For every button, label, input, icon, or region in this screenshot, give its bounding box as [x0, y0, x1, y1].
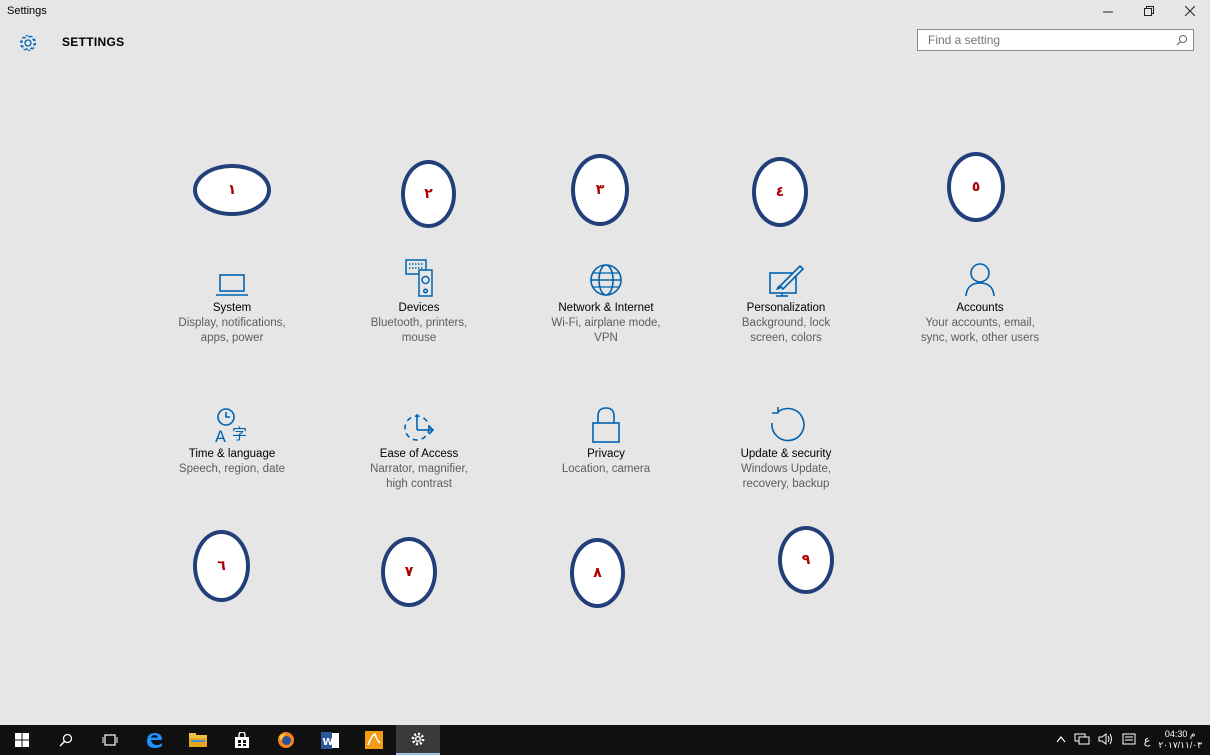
- firefox-icon: [278, 732, 294, 748]
- taskbar-app-store[interactable]: [220, 725, 264, 755]
- tile-update-security[interactable]: Update & security Windows Update, recove…: [706, 404, 866, 492]
- tile-description: Background, lock: [741, 317, 831, 329]
- annotation-badge: ٣: [571, 154, 629, 226]
- tile-network-internet[interactable]: Network & Internet Wi-Fi, airplane mode,…: [526, 258, 686, 346]
- minimize-icon: [1102, 11, 1113, 13]
- annotation-badge: ٦: [193, 530, 250, 602]
- tile-description: Narrator, magnifier,: [370, 463, 468, 475]
- devices-icon: [339, 258, 499, 298]
- search-box[interactable]: [917, 29, 1194, 51]
- word-icon: W: [321, 731, 339, 749]
- tile-description: Speech, region, date: [178, 463, 286, 475]
- window-title: Settings: [7, 5, 47, 17]
- tile-description: sync, work, other users: [920, 332, 1040, 344]
- chevron-up-icon[interactable]: [1056, 734, 1066, 746]
- store-bag-icon: [235, 732, 249, 748]
- annotation-badge: ١: [193, 164, 271, 216]
- tile-description: recovery, backup: [742, 478, 830, 490]
- gear-icon: [19, 34, 37, 52]
- refresh-icon: [706, 404, 866, 444]
- svg-text:W: W: [323, 737, 334, 748]
- tile-personalization[interactable]: Personalization Background, lock screen,…: [706, 258, 866, 346]
- time-language-icon: A 字: [152, 404, 312, 444]
- close-button[interactable]: [1169, 0, 1210, 22]
- system-tray: ع 04:30 م ٢٠١٧/١١/٠٣: [1056, 725, 1202, 755]
- paint-brush-icon: [706, 258, 866, 298]
- clock-time: 04:30 م: [1164, 729, 1196, 739]
- taskbar-app-pdf[interactable]: [352, 725, 396, 755]
- task-view-icon: [102, 734, 118, 746]
- gear-icon: [411, 732, 425, 746]
- title-bar: Settings: [0, 0, 1210, 22]
- tile-devices[interactable]: Devices Bluetooth, printers, mouse: [339, 258, 499, 346]
- tile-label: Ease of Access: [379, 448, 459, 460]
- tile-description: Location, camera: [561, 463, 651, 475]
- tile-system[interactable]: System Display, notifications, apps, pow…: [152, 258, 312, 346]
- tile-label: Network & Internet: [558, 302, 654, 314]
- annotation-badge: ٧: [381, 537, 437, 607]
- volume-icon[interactable]: [1098, 732, 1114, 748]
- window-controls: [1087, 0, 1210, 22]
- action-center-icon[interactable]: [1122, 733, 1136, 748]
- svg-text:A: A: [215, 427, 226, 444]
- tile-label: Accounts: [956, 302, 1004, 314]
- tile-description: Display, notifications,: [178, 317, 286, 329]
- tile-label: System: [212, 302, 252, 314]
- clock-date: ٢٠١٧/١١/٠٣: [1158, 740, 1202, 750]
- tile-description: Wi-Fi, airplane mode,: [551, 317, 661, 329]
- restore-button[interactable]: [1128, 0, 1169, 22]
- restore-icon: [1143, 6, 1154, 16]
- tile-description: VPN: [594, 332, 618, 344]
- tile-description: Your accounts, email,: [925, 317, 1035, 329]
- task-view-button[interactable]: [88, 725, 132, 755]
- annotation-badge: ٢: [401, 160, 456, 228]
- input-language-indicator[interactable]: ع: [1144, 734, 1151, 747]
- person-icon: [900, 258, 1060, 298]
- tile-description: high contrast: [386, 478, 452, 490]
- annotation-badge: ٩: [778, 526, 834, 594]
- tile-description: mouse: [401, 332, 437, 344]
- network-icon[interactable]: [1074, 733, 1090, 748]
- svg-text:字: 字: [232, 425, 247, 443]
- tile-label: Devices: [398, 302, 440, 314]
- taskbar-app-file-explorer[interactable]: [176, 725, 220, 755]
- lock-icon: [526, 404, 686, 444]
- tile-description: Bluetooth, printers,: [370, 317, 468, 329]
- clock[interactable]: 04:30 م ٢٠١٧/١١/٠٣: [1158, 729, 1202, 751]
- laptop-icon: [152, 258, 312, 298]
- annotation-badge: ٨: [570, 538, 625, 608]
- tile-label: Update & security: [740, 448, 832, 460]
- taskbar: W ع 04:30 م ٢٠١٧/١١/٠٣: [0, 725, 1210, 755]
- windows-logo-icon: [15, 733, 29, 747]
- pdf-app-icon: [365, 731, 383, 749]
- taskbar-app-edge[interactable]: [132, 725, 176, 755]
- page-title: SETTINGS: [62, 35, 125, 49]
- ease-of-access-icon: [339, 404, 499, 444]
- annotation-badge: ٥: [947, 152, 1005, 222]
- taskbar-app-settings[interactable]: [396, 725, 440, 755]
- annotation-badge: ٤: [752, 157, 808, 227]
- tile-ease-of-access[interactable]: Ease of Access Narrator, magnifier, high…: [339, 404, 499, 492]
- tile-label: Privacy: [587, 448, 625, 460]
- search-input[interactable]: [918, 32, 1171, 48]
- search-icon[interactable]: [1171, 30, 1193, 50]
- edge-icon: [147, 733, 162, 748]
- folder-icon: [189, 732, 207, 747]
- search-icon: [59, 733, 73, 747]
- tile-accounts[interactable]: Accounts Your accounts, email, sync, wor…: [900, 258, 1060, 346]
- tile-description: Windows Update,: [740, 463, 832, 475]
- close-icon: [1184, 6, 1195, 16]
- taskbar-app-word[interactable]: W: [308, 725, 352, 755]
- taskbar-app-firefox[interactable]: [264, 725, 308, 755]
- minimize-button[interactable]: [1087, 0, 1128, 22]
- globe-icon: [526, 258, 686, 298]
- tile-time-language[interactable]: A 字 Time & language Speech, region, date: [152, 404, 312, 477]
- start-button[interactable]: [0, 725, 44, 755]
- tile-label: Personalization: [746, 302, 826, 314]
- tile-label: Time & language: [188, 448, 276, 460]
- tile-description: screen, colors: [750, 332, 822, 344]
- tile-privacy[interactable]: Privacy Location, camera: [526, 404, 686, 477]
- tile-description: apps, power: [200, 332, 264, 344]
- taskbar-search-button[interactable]: [44, 725, 88, 755]
